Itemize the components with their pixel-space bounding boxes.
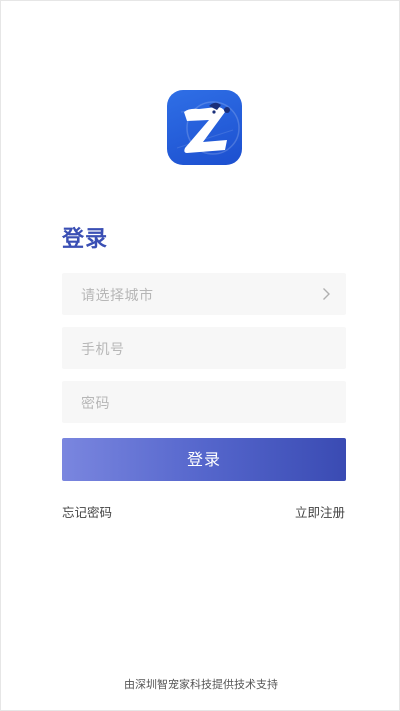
- login-button[interactable]: 登录: [62, 438, 346, 481]
- page-title: 登录: [62, 227, 109, 252]
- city-select-placeholder: 请选择城市: [81, 288, 154, 304]
- forgot-password-link[interactable]: 忘记密码: [62, 502, 112, 521]
- chevron-right-icon: [323, 288, 330, 300]
- password-field-placeholder: 密码: [81, 396, 110, 412]
- app-logo-icon: [167, 90, 242, 165]
- phone-field-placeholder: 手机号: [81, 342, 125, 358]
- password-field[interactable]: 密码: [62, 381, 346, 423]
- register-link[interactable]: 立即注册: [295, 502, 345, 521]
- phone-field[interactable]: 手机号: [62, 327, 346, 369]
- login-screen: 登录 请选择城市 手机号 密码 登录 忘记密码 立即注册 由深圳智宠家科技提供技…: [0, 0, 400, 711]
- city-select[interactable]: 请选择城市: [62, 273, 346, 315]
- footer-text: 由深圳智宠家科技提供技术支持: [124, 678, 278, 691]
